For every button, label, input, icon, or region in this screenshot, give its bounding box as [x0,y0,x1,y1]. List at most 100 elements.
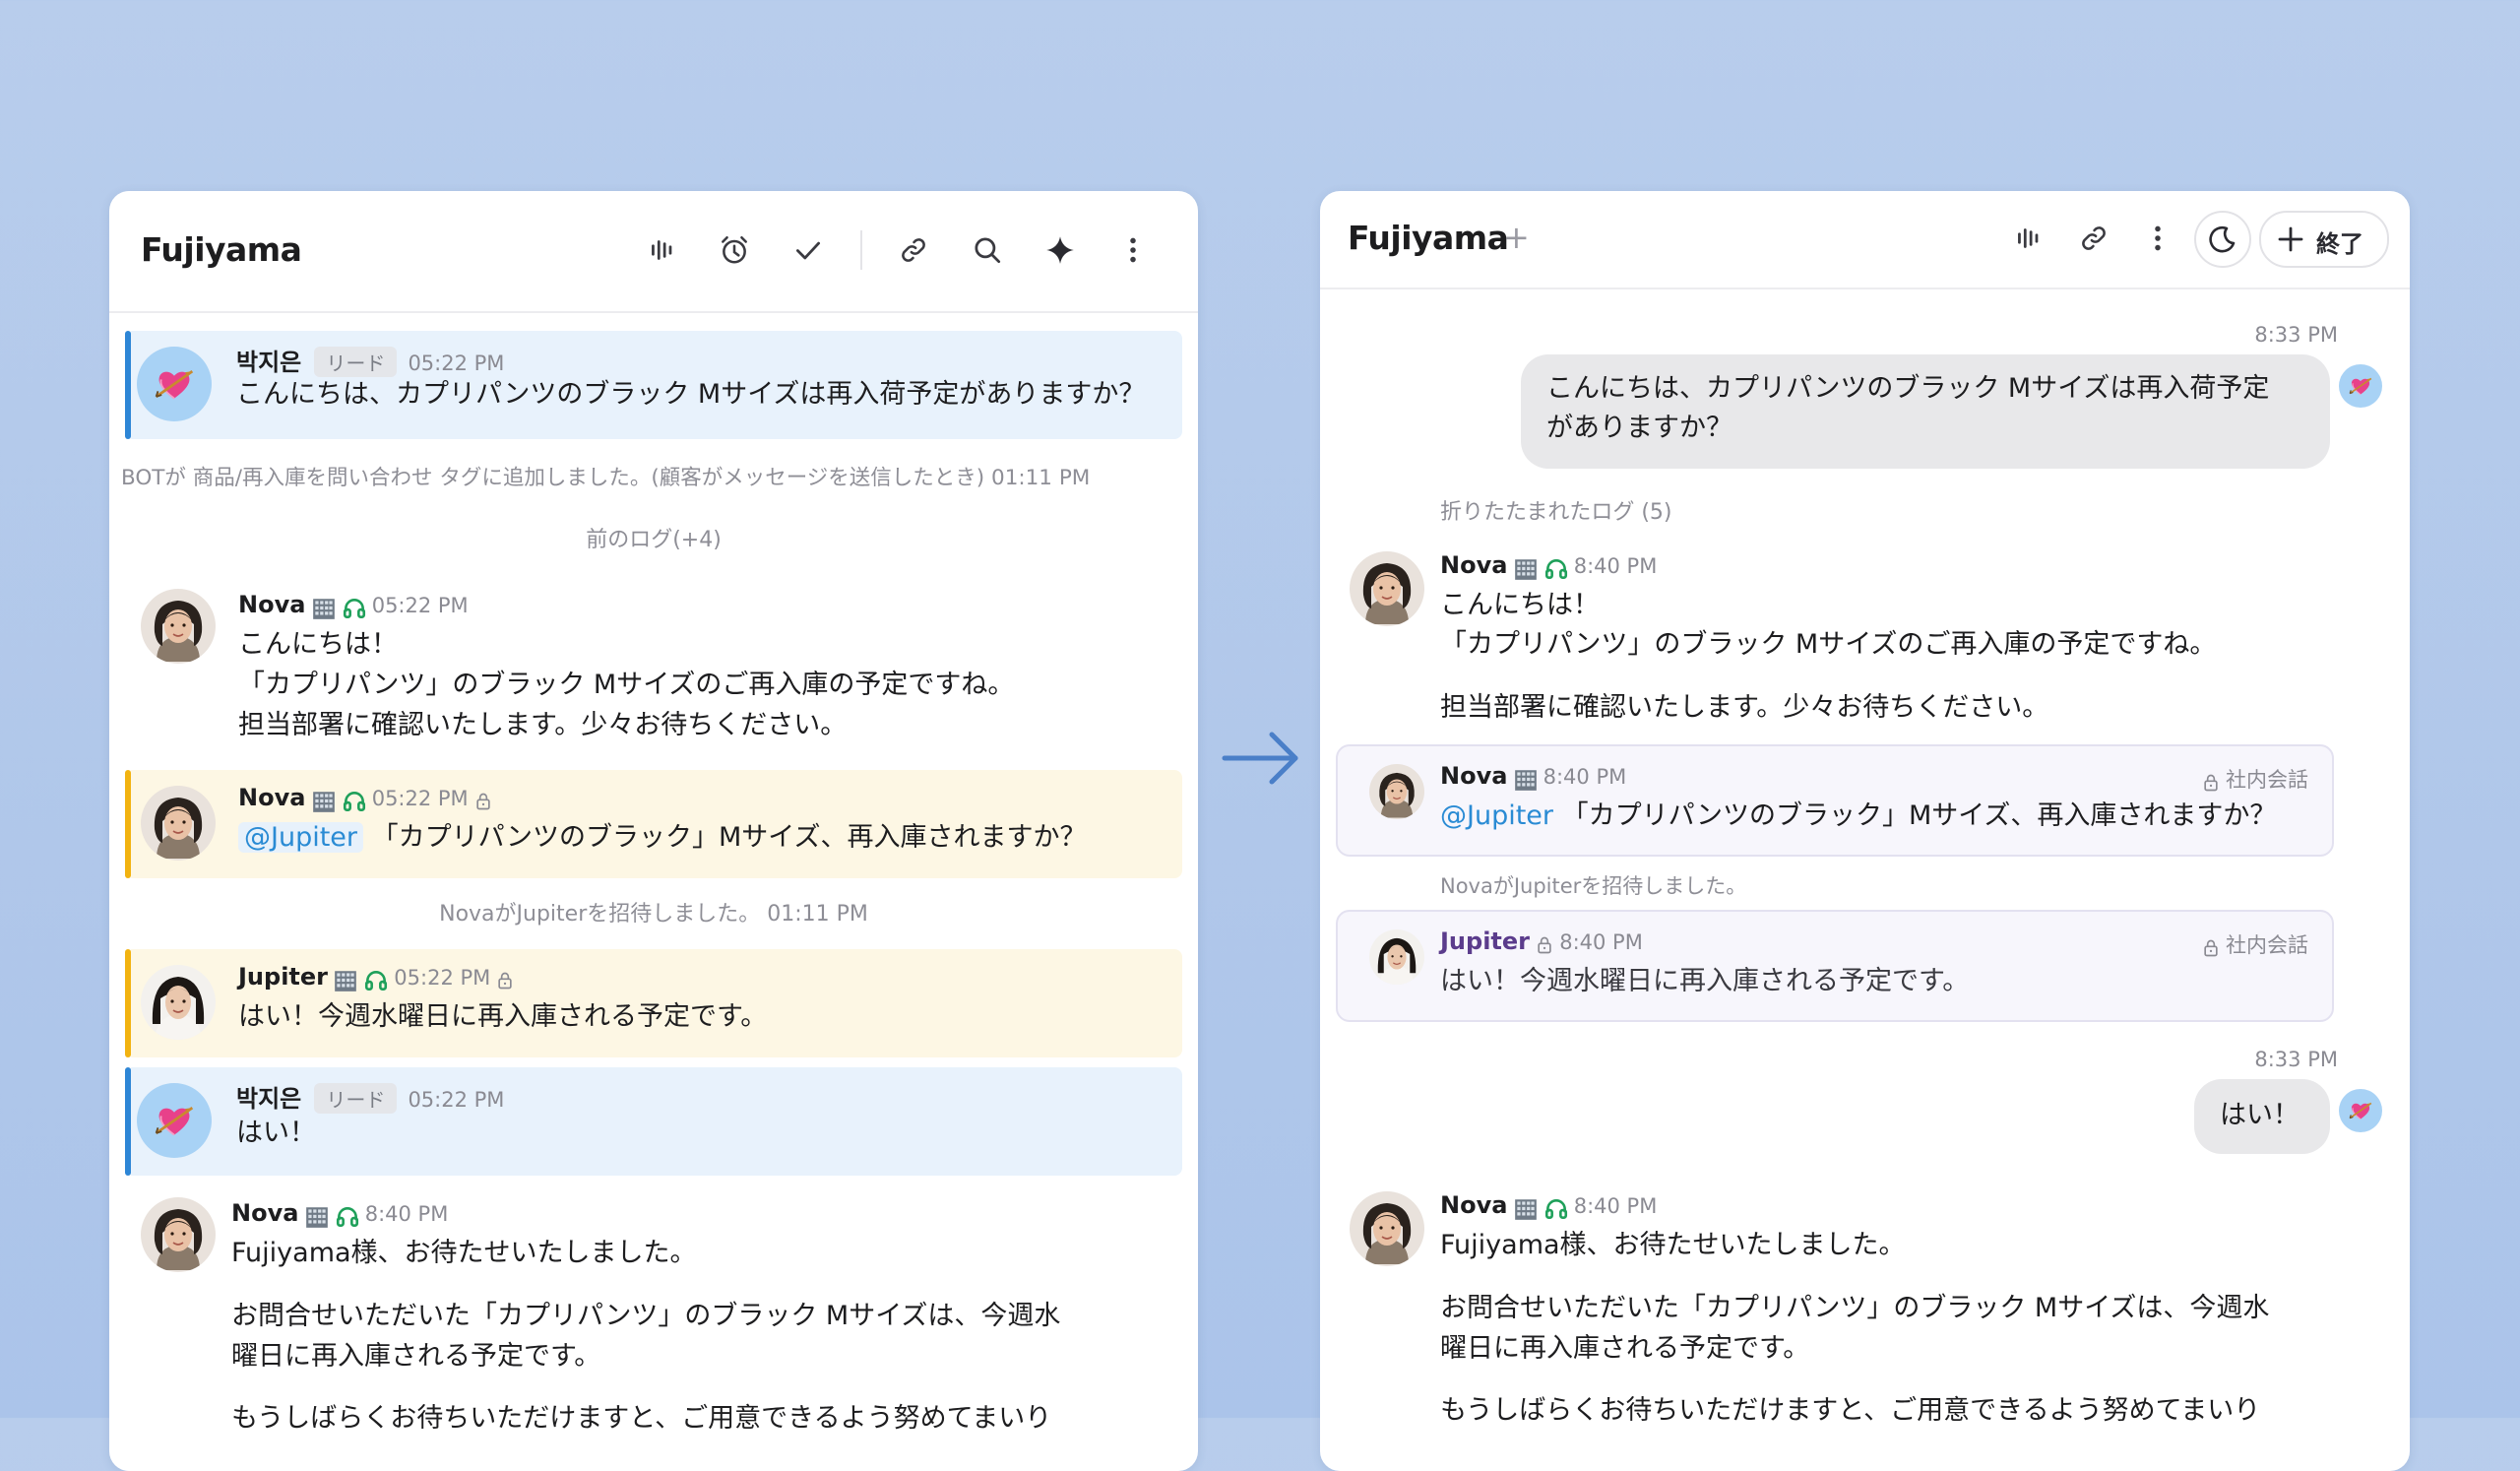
message-text: はい！ [2220,1100,2300,1130]
message-text: こんにちは、カプリパンツのブラック Mサイズは再入荷予定がありますか？ [236,379,1146,410]
internal-message[interactable]: Jupiter 8:40 PM 社内会話 はい！今週水曜日に再入庫される予定です… [1336,910,2334,1022]
message-text: @Jupiter 「カプリパンツのブラック」Mサイズ、再入庫されますか？ [1440,796,2276,837]
search-icon[interactable] [968,230,1007,270]
heart-arrow-icon [2348,1098,2373,1123]
message-line: Fujiyama様、お待たせいたしました。 [231,1238,697,1268]
message-meta: Nova 8:40 PM [1440,762,1626,793]
message-meta: Nova 05:22 PM [238,591,469,621]
internal-label-text: 社内会話 [2226,933,2308,957]
end-chat-label: 終了 [2316,230,2363,258]
message-time: 8:40 PM [1573,554,1658,578]
mention-tag[interactable]: @Jupiter [238,822,364,853]
headset-icon [363,968,389,993]
message-meta: Nova 05:22 PM [238,784,493,814]
building-icon [1513,767,1539,793]
chat-title: Fujiyama [1348,219,1509,257]
lock-icon [2201,773,2221,793]
lock-icon [495,971,515,991]
message-line: 担当部署に確認いたします。少々お待ちください。 [1440,692,2049,723]
heart-arrow-icon [153,1099,196,1142]
message-line: 担当部署に確認いたします。少々お待ちください。 [238,710,848,740]
customer-avatar [2339,364,2382,408]
lead-tag: リード [314,347,398,377]
message-line: Fujiyama様、お待たせいたしました。 [1440,1230,1906,1260]
folded-log-link[interactable]: 折りたたまれたログ (5) [1440,494,1672,526]
internal-message[interactable]: Nova 05:22 PM @Jupiter 「カプリパンツのブラック」Mサイズ… [125,770,1182,878]
building-icon [311,596,337,621]
heart-arrow-icon [2348,373,2373,399]
link-icon[interactable] [2074,219,2113,258]
system-log: BOTが 商品/再入庫を問い合わせ タグに追加しました。(顧客がメッセージを送信… [121,466,1091,490]
message-meta: Nova 8:40 PM [1440,551,1657,582]
more-vertical-icon[interactable] [1113,230,1153,270]
message-time: 8:33 PM [2254,1048,2338,1071]
alarm-clock-icon[interactable] [715,230,754,270]
headset-icon [1544,556,1569,582]
system-log: NovaがJupiterを招待しました。 [1440,874,1747,898]
message-meta: Nova 8:40 PM [231,1199,448,1230]
message-bar [125,770,131,878]
agent-avatar [1369,764,1424,819]
right-chat-panel: Fujiyama + 終了 8:33 PM こんにちは、カプリパンツのブラック … [1320,191,2410,1471]
headset-icon [335,1204,360,1230]
link-icon[interactable] [894,230,933,270]
message-line: こんにちは、カプリパンツのブラック Mサイズは再入荷予定 [1546,373,2270,404]
sender-name: Jupiter [238,963,329,991]
message-line: 「カプリパンツ」のブラック Mサイズのご再入庫の予定ですね。 [1440,629,2217,660]
sender-name: Nova [1440,551,1508,579]
check-icon[interactable] [788,230,828,270]
lock-icon [473,792,493,811]
audio-wave-icon[interactable] [2009,219,2048,258]
message-time: 8:40 PM [1559,930,1643,954]
lock-icon [1535,935,1554,955]
chat-title: Fujiyama [141,230,302,269]
customer-message[interactable]: 박지은 リード 05:22 PM こんにちは、カプリパンツのブラック Mサイズは… [125,331,1182,439]
sender-name: Nova [1440,1191,1508,1219]
message-text: はい！今週水曜日に再入庫される予定です。 [1440,966,1970,996]
message-text: @Jupiter 「カプリパンツのブラック」Mサイズ、再入庫されますか？ [238,817,1086,859]
snooze-button[interactable] [2194,211,2251,268]
sparkle-icon[interactable] [1040,230,1080,270]
add-title-button[interactable]: + [1503,219,1530,256]
sender-name: Nova [1440,762,1508,790]
sender-name: 박지은 [236,349,302,376]
headset-icon [342,596,367,621]
message-line: 曜日に再入庫される予定です。 [231,1341,601,1372]
message-line: もうしばらくお待ちいただけますと、ご用意できるよう努めてまいり [231,1403,1052,1434]
message-meta: Jupiter 8:40 PM [1440,927,1643,955]
agent-avatar [141,1197,216,1272]
end-chat-button[interactable]: 終了 [2259,211,2389,268]
customer-message[interactable]: 박지은 リード 05:22 PM はい！ [125,1067,1182,1176]
message-line: 曜日に再入庫される予定です。 [1440,1333,1810,1364]
message-line: がありますか？ [1546,413,1732,443]
sender-name: Nova [238,784,306,811]
mention-tag[interactable]: @Jupiter [1440,800,1553,831]
message-line: お問合せいただいた「カプリパンツ」のブラック Mサイズは、今週水 [1440,1293,2270,1323]
message-line: こんにちは！ [238,629,398,660]
internal-label-text: 社内会話 [2226,768,2308,792]
message-meta: Jupiter 05:22 PM [238,963,515,993]
moon-icon [2209,225,2236,253]
message-time: 05:22 PM [371,787,469,810]
audio-wave-icon[interactable] [643,230,682,270]
message-meta: Nova 8:40 PM [1440,1191,1657,1222]
headset-icon [342,789,367,814]
message-time: 05:22 PM [371,594,469,617]
internal-message[interactable]: Nova 8:40 PM 社内会話 @Jupiter 「カプリパンツのブラック」… [1336,744,2334,857]
left-chat-panel: Fujiyama 박지은 リード 05:22 PM こんにちは、カプリパンツのブ… [109,191,1198,1471]
message-time: 05:22 PM [408,352,505,375]
message-bar [125,949,131,1057]
sender-name: Nova [238,591,306,618]
arrow-right-icon [1222,732,1298,785]
more-vertical-icon[interactable] [2138,219,2177,258]
message-bar [125,331,131,439]
system-log: NovaがJupiterを招待しました。 01:11 PM [439,902,868,927]
previous-log-link[interactable]: 前のログ(+4) [109,522,1198,553]
customer-bubble[interactable]: こんにちは、カプリパンツのブラック Mサイズは再入荷予定 がありますか？ [1521,354,2330,469]
message-time: 8:40 PM [1573,1194,1658,1218]
customer-bubble[interactable]: はい！ [2194,1079,2330,1154]
message-body: 「カプリパンツのブラック」Mサイズ、再入庫されますか？ [371,822,1087,853]
internal-message[interactable]: Jupiter 05:22 PM はい！今週水曜日に再入庫される予定です。 [125,949,1182,1057]
message-text: はい！今週水曜日に再入庫される予定です。 [238,1001,768,1032]
chat-header: Fujiyama + 終了 [1320,191,2410,289]
